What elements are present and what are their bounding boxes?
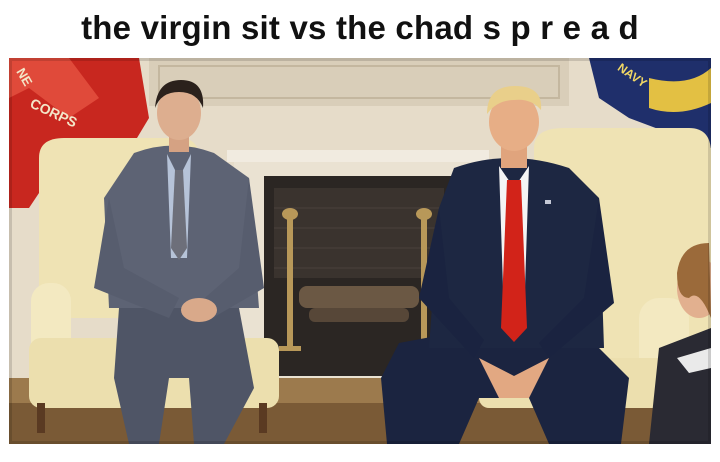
meme-caption: the virgin sit vs the chad s p r e a d <box>81 9 639 46</box>
fireplace-logs <box>299 286 419 308</box>
meeting-photo: CORPS NE NAVY <box>9 58 711 444</box>
